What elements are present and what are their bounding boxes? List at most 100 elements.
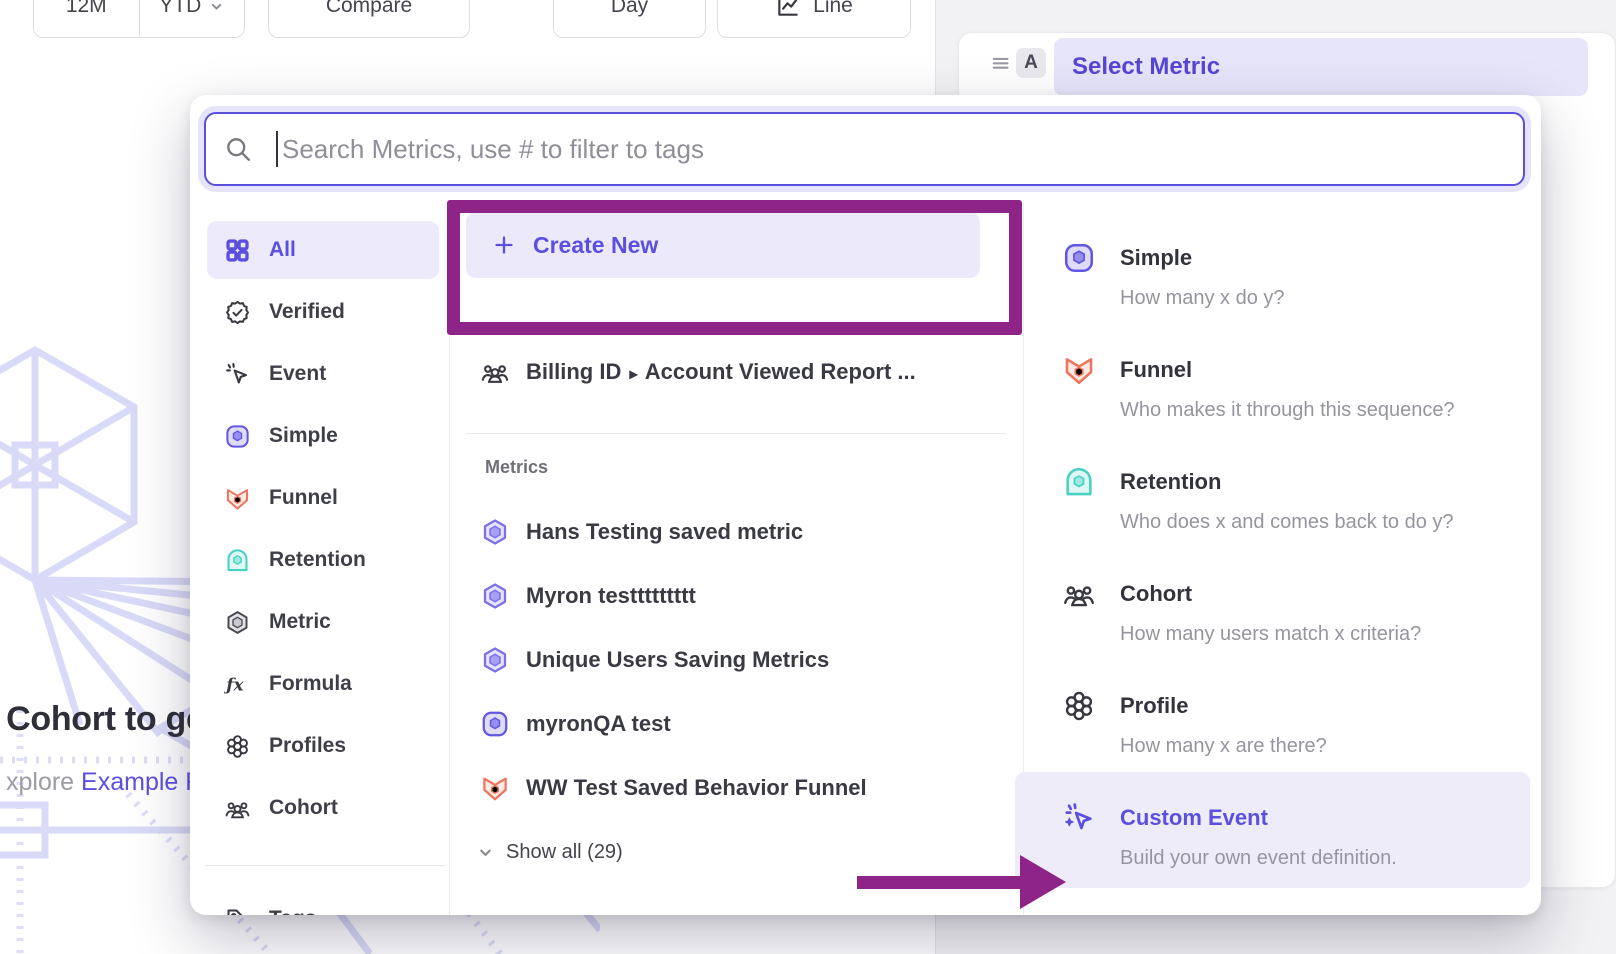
metric-item-name: Myron testtttttttt (526, 583, 696, 609)
tag-icon (224, 906, 251, 916)
metric-list-item[interactable]: Hans Testing saved metric (480, 501, 803, 563)
sidebar-item-retention[interactable]: Retention (207, 531, 439, 589)
sidebar-item-label: Profiles (269, 734, 346, 758)
sidebar-item-metric[interactable]: Metric (207, 593, 439, 651)
simple-metric-icon (224, 423, 251, 450)
sidebar-item-profiles[interactable]: Profiles (207, 717, 439, 775)
date-range-segmented-control: 12M YTD (33, 0, 245, 38)
type-description: How many users match x criteria? (1120, 620, 1421, 648)
compare-button[interactable]: Compare (268, 0, 470, 38)
line-chart-icon (775, 0, 801, 19)
simple-metric-icon (480, 709, 510, 739)
metric-list-item[interactable]: Myron testtttttttt (480, 565, 696, 627)
sidebar-item-event[interactable]: Event (207, 345, 439, 403)
recents-section-label: Recents (485, 319, 555, 340)
chevron-down-icon (477, 844, 494, 861)
sidebar-item-all[interactable]: All (207, 221, 439, 279)
range-ytd-button[interactable]: YTD (139, 0, 245, 37)
range-12m-button[interactable]: 12M (34, 0, 139, 37)
empty-state-subtext: xplore Example R (6, 768, 203, 797)
plus-icon (492, 233, 516, 257)
verified-badge-icon (224, 299, 251, 326)
type-title: Simple (1120, 243, 1192, 273)
metric-hexagon-icon (480, 517, 510, 547)
sidebar-item-label: Retention (269, 548, 366, 572)
example-link[interactable]: Example R (81, 768, 203, 796)
sidebar-item-cohort[interactable]: Cohort (207, 779, 439, 837)
profiles-cluster-icon (1062, 689, 1096, 723)
empty-state-headline: r Cohort to ge (0, 700, 205, 739)
app-screen: r Cohort to ge xplore Example R 12M YTD … (0, 0, 1616, 954)
type-title: Funnel (1120, 355, 1192, 385)
type-row-cohort[interactable]: Cohort How many users match x criteria? (1015, 548, 1530, 660)
sidebar-item-label: Simple (269, 424, 338, 448)
breadcrumb-arrow: ▸ (629, 366, 637, 383)
sidebar-item-verified[interactable]: Verified (207, 283, 439, 341)
type-row-custom-event[interactable]: Custom Event Build your own event defini… (1015, 772, 1530, 888)
metric-search-input[interactable] (282, 134, 1523, 165)
metric-hexagon-icon (480, 581, 510, 611)
simple-metric-icon (1062, 241, 1096, 275)
type-row-funnel[interactable]: Funnel Who makes it through this sequenc… (1015, 324, 1530, 436)
metric-hexagon-icon (224, 609, 251, 636)
metric-item-name: Unique Users Saving Metrics (526, 647, 829, 673)
event-cursor-icon (224, 361, 251, 388)
custom-event-sparkle-cursor-icon (1062, 801, 1096, 835)
sidebar-item-label: Verified (269, 300, 345, 324)
sidebar-item-label: Metric (269, 610, 331, 634)
type-title: Cohort (1120, 579, 1192, 609)
metric-row-letter-badge: A (1016, 48, 1046, 78)
sidebar-item-label: Funnel (269, 486, 338, 510)
type-description: How many x are there? (1120, 732, 1327, 760)
retention-icon (224, 547, 251, 574)
type-title: Profile (1120, 691, 1188, 721)
sidebar-item-tags[interactable]: Tags (207, 890, 439, 915)
metric-item-name: Hans Testing saved metric (526, 519, 803, 545)
type-description: Build your own event definition. (1120, 844, 1397, 872)
metric-list-item[interactable]: WW Test Saved Behavior Funnel (480, 757, 867, 819)
metric-picker-modal: All Verified Event Simple Funnel Retenti… (190, 95, 1541, 915)
funnel-icon (1062, 353, 1096, 387)
create-new-button[interactable]: Create New (466, 212, 980, 278)
funnel-icon (224, 485, 251, 512)
cohort-people-icon (480, 357, 510, 387)
metric-list-item[interactable]: Unique Users Saving Metrics (480, 629, 829, 691)
sidebar-item-label: All (269, 238, 296, 262)
metrics-section-label: Metrics (485, 457, 548, 478)
profiles-cluster-icon (224, 733, 251, 760)
drag-handle-icon[interactable] (990, 52, 1010, 72)
type-title: Custom Event (1120, 803, 1268, 833)
select-metric-dropdown[interactable]: Select Metric (1054, 38, 1588, 96)
funnel-icon (480, 773, 510, 803)
type-row-profile[interactable]: Profile How many x are there? (1015, 660, 1530, 772)
sidebar-item-funnel[interactable]: Funnel (207, 469, 439, 527)
recent-metric-item[interactable]: Billing ID ▸ Account Viewed Report ... (480, 350, 916, 394)
type-description: Who makes it through this sequence? (1120, 396, 1455, 424)
grid-icon (224, 237, 251, 264)
text-cursor (276, 131, 278, 167)
show-all-toggle[interactable]: Show all (29) (477, 837, 623, 867)
sidebar-item-simple[interactable]: Simple (207, 407, 439, 465)
metric-item-name: myronQA test (526, 711, 671, 737)
sidebar-item-label: Cohort (269, 796, 338, 820)
type-title: Retention (1120, 467, 1221, 497)
type-row-simple[interactable]: Simple How many x do y? (1015, 212, 1530, 324)
chevron-down-icon (209, 0, 224, 14)
column-divider (449, 203, 450, 915)
metric-list-item[interactable]: myronQA test (480, 693, 671, 755)
type-row-retention[interactable]: Retention Who does x and comes back to d… (1015, 436, 1530, 548)
sidebar-item-label: Formula (269, 672, 352, 696)
retention-icon (1062, 465, 1096, 499)
sidebar-item-formula[interactable]: Formula (207, 655, 439, 713)
metric-search-box[interactable] (204, 112, 1525, 186)
day-granularity-button[interactable]: Day (553, 0, 706, 38)
line-chart-type-button[interactable]: Line (717, 0, 911, 38)
recent-item-name: Billing ID ▸ Account Viewed Report ... (526, 359, 916, 385)
sidebar-item-label: Event (269, 362, 326, 386)
section-divider (466, 433, 1006, 434)
metric-hexagon-icon (480, 645, 510, 675)
search-icon (224, 135, 252, 163)
show-all-label: Show all (29) (506, 841, 623, 864)
type-description: How many x do y? (1120, 284, 1285, 312)
cohort-people-icon (1062, 577, 1096, 611)
